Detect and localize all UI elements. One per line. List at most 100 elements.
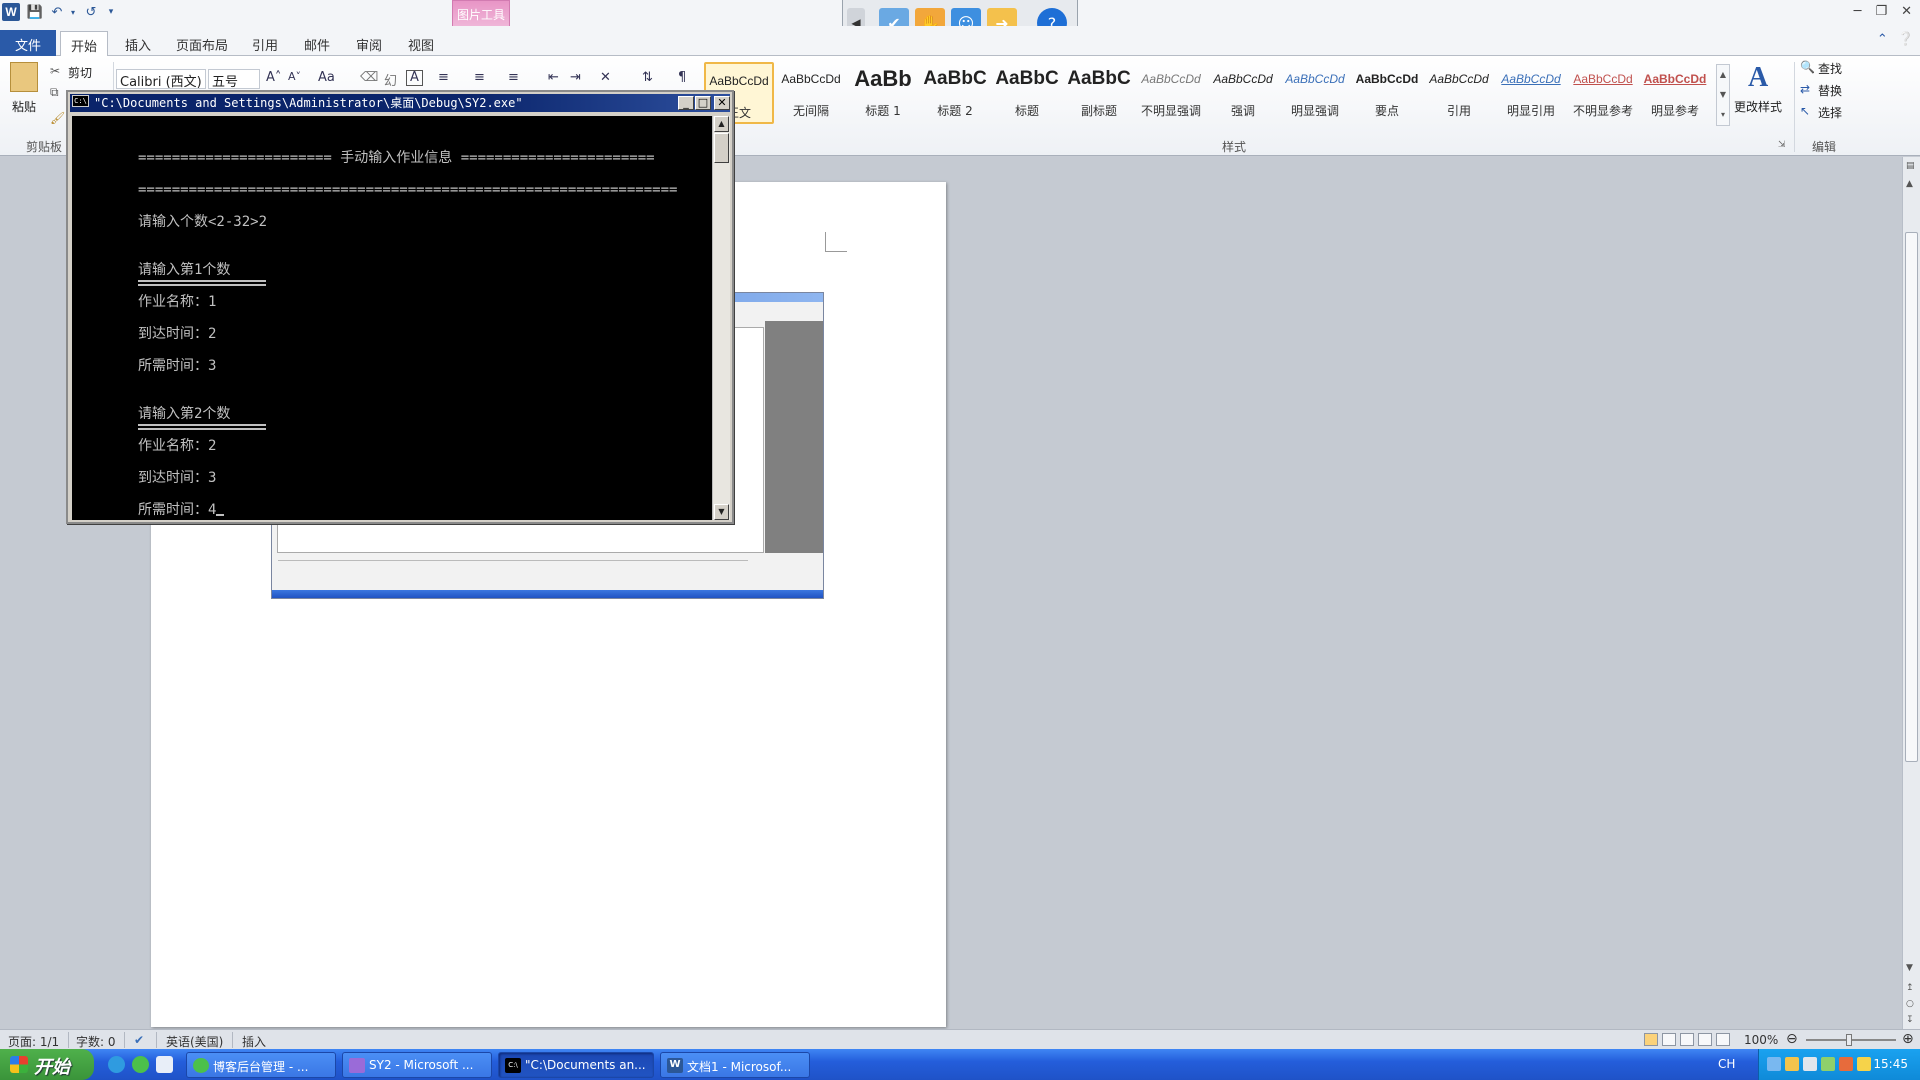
redo-icon[interactable]: ↺: [82, 3, 100, 21]
multilevel-list-icon[interactable]: ≡: [508, 70, 519, 85]
console-app-icon[interactable]: C:\: [72, 95, 89, 107]
style-subtle-emphasis[interactable]: AaBbCcDd 不明显强调: [1136, 62, 1206, 124]
console-minimize-icon[interactable]: _: [678, 96, 694, 110]
tab-view[interactable]: 视图: [398, 31, 444, 56]
vertical-scrollbar[interactable]: ▤ ▲ ▼ ↥ ○ ↧: [1902, 157, 1920, 1029]
undo-dropdown-icon[interactable]: ▾: [64, 3, 82, 21]
web-layout-view-icon[interactable]: [1680, 1033, 1694, 1046]
style-heading-1[interactable]: AaBb 标题 1: [848, 62, 918, 124]
replace-button[interactable]: 替换: [1818, 82, 1842, 99]
console-close-icon[interactable]: ✕: [714, 96, 730, 110]
zoom-out-icon[interactable]: ⊖: [1786, 1031, 1798, 1047]
chinese-layout-icon[interactable]: ✕: [600, 70, 611, 85]
close-icon[interactable]: ✕: [1901, 4, 1912, 19]
page-count[interactable]: 页面: 1/1: [8, 1033, 59, 1050]
volume-tray-icon[interactable]: [1803, 1057, 1817, 1071]
styles-gallery-scroll[interactable]: ▲ ▼ ▾: [1716, 64, 1730, 126]
save-icon[interactable]: 💾: [26, 3, 44, 21]
prev-page-icon[interactable]: ↥: [1906, 983, 1914, 993]
style-intense-emphasis[interactable]: AaBbCcDd 明显强调: [1280, 62, 1350, 124]
style-title[interactable]: AaBbC 标题: [992, 62, 1062, 124]
paste-icon[interactable]: [10, 62, 38, 92]
zoom-slider-thumb[interactable]: [1846, 1034, 1852, 1046]
copy-icon[interactable]: ⧉: [50, 85, 59, 100]
style-quote[interactable]: AaBbCcDd 引用: [1424, 62, 1494, 124]
replace-icon[interactable]: ⇄: [1800, 82, 1810, 96]
find-icon[interactable]: 🔍: [1800, 60, 1815, 74]
restore-icon[interactable]: ❐: [1875, 4, 1887, 19]
cut-icon[interactable]: ✂: [50, 64, 60, 78]
paste-button[interactable]: 粘贴: [12, 98, 36, 115]
update-tray-icon[interactable]: [1839, 1057, 1853, 1071]
scroll-down-icon[interactable]: ▼: [1906, 963, 1913, 973]
cut-button[interactable]: 剪切: [68, 64, 92, 81]
task-sy2-vs[interactable]: SY2 - Microsoft ...: [342, 1052, 492, 1078]
collapse-ribbon-icon[interactable]: ⌃: [1877, 32, 1888, 47]
console-scroll-thumb[interactable]: [714, 133, 729, 163]
show-marks-icon[interactable]: ¶: [678, 70, 686, 85]
zoom-level[interactable]: 100%: [1744, 1033, 1778, 1047]
phonetic-icon[interactable]: 幻: [384, 70, 397, 89]
change-case-button[interactable]: Aa: [318, 70, 335, 85]
tab-mailings[interactable]: 邮件: [294, 31, 340, 56]
style-emphasis[interactable]: AaBbCcDd 强调: [1208, 62, 1278, 124]
draft-view-icon[interactable]: [1716, 1033, 1730, 1046]
style-subtle-reference[interactable]: AaBbCcDd 不明显参考: [1568, 62, 1638, 124]
browser-quicklaunch-icon[interactable]: [132, 1056, 149, 1073]
language-indicator[interactable]: 英语(美国): [166, 1033, 223, 1050]
tab-insert[interactable]: 插入: [115, 31, 161, 56]
change-styles-button[interactable]: 更改样式: [1734, 98, 1782, 115]
style-subtitle[interactable]: AaBbC 副标题: [1064, 62, 1134, 124]
desktop-quicklaunch-icon[interactable]: [156, 1056, 173, 1073]
tab-review[interactable]: 审阅: [346, 31, 392, 56]
increase-indent-icon[interactable]: ⇥: [570, 70, 581, 85]
numbering-icon[interactable]: ≡: [474, 70, 485, 85]
console-title[interactable]: "C:\Documents and Settings\Administrator…: [70, 94, 730, 112]
tab-file[interactable]: 文件: [0, 30, 56, 56]
style-heading-2[interactable]: AaBbC 标题 2: [920, 62, 990, 124]
font-size-combo[interactable]: 五号: [208, 69, 260, 90]
full-screen-reading-view-icon[interactable]: [1662, 1033, 1676, 1046]
zoom-in-icon[interactable]: ⊕: [1902, 1031, 1914, 1047]
ribbon-help-icon[interactable]: ❔: [1898, 32, 1914, 47]
customize-qat-icon[interactable]: ▾: [102, 3, 120, 21]
console-scroll-down-icon[interactable]: ▼: [714, 504, 729, 520]
select-icon[interactable]: ↖: [1800, 104, 1810, 118]
select-button[interactable]: 选择: [1818, 104, 1842, 121]
print-layout-view-icon[interactable]: [1644, 1033, 1658, 1046]
clear-format-icon[interactable]: ⌫: [360, 70, 378, 85]
taskbar-clock[interactable]: 15:45: [1873, 1057, 1908, 1071]
input-language-indicator[interactable]: CH: [1718, 1057, 1735, 1071]
tab-home[interactable]: 开始: [60, 31, 109, 56]
word-app-icon[interactable]: W: [2, 3, 20, 21]
console-scrollbar[interactable]: ▲ ▼: [712, 116, 730, 520]
next-page-icon[interactable]: ↧: [1906, 1015, 1914, 1025]
bullets-icon[interactable]: ≡: [438, 70, 449, 85]
char-border-icon[interactable]: A: [406, 70, 423, 86]
security-tray-icon[interactable]: [1785, 1057, 1799, 1071]
change-styles-icon[interactable]: A: [1748, 62, 1768, 94]
style-intense-quote[interactable]: AaBbCcDd 明显引用: [1496, 62, 1566, 124]
insert-mode-indicator[interactable]: 插入: [242, 1033, 266, 1050]
tab-page-layout[interactable]: 页面布局: [166, 31, 238, 56]
word-count[interactable]: 字数: 0: [76, 1033, 116, 1050]
proofing-icon[interactable]: ✔: [134, 1033, 144, 1047]
task-word-doc[interactable]: W 文档1 - Microsof...: [660, 1052, 810, 1078]
console-output[interactable]: ======================= 手动输入作业信息 =======…: [72, 116, 712, 520]
style-strong[interactable]: AaBbCcDd 要点: [1352, 62, 1422, 124]
start-button[interactable]: 开始: [0, 1049, 94, 1080]
browse-object-icon[interactable]: ○: [1906, 999, 1914, 1009]
grow-font-icon[interactable]: A˄: [266, 70, 281, 85]
app-tray-icon[interactable]: [1821, 1057, 1835, 1071]
console-window[interactable]: "C:\Documents and Settings\Administrator…: [66, 90, 734, 524]
console-scroll-up-icon[interactable]: ▲: [714, 116, 729, 132]
console-maximize-icon[interactable]: □: [695, 96, 711, 110]
tab-references[interactable]: 引用: [242, 31, 288, 56]
minimize-icon[interactable]: ─: [1854, 4, 1862, 19]
shrink-font-icon[interactable]: A˅: [288, 70, 301, 83]
style-intense-reference[interactable]: AaBbCcDd 明显参考: [1640, 62, 1710, 124]
vertical-scroll-thumb[interactable]: [1905, 232, 1918, 762]
sort-icon[interactable]: ⇅: [642, 70, 653, 85]
network-tray-icon[interactable]: [1767, 1057, 1781, 1071]
styles-dialog-launcher-icon[interactable]: ⇲: [1778, 140, 1786, 150]
